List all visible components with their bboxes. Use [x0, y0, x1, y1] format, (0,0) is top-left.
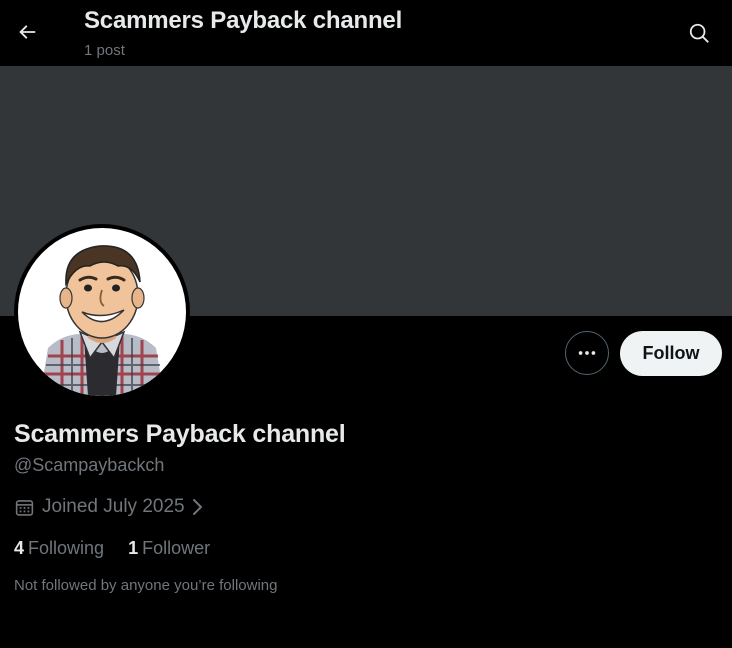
followers-count: 1	[128, 538, 139, 558]
following-link[interactable]: 4 Following	[14, 538, 104, 559]
back-button[interactable]	[8, 13, 46, 51]
calendar-icon	[14, 497, 35, 518]
follow-button[interactable]: Follow	[620, 331, 722, 376]
following-count: 4	[14, 538, 25, 558]
profile-handle: @Scampaybackch	[14, 455, 165, 475]
joined-label: Joined July 2025	[42, 496, 185, 517]
post-count: 1 post	[84, 42, 125, 59]
more-horizontal-icon	[578, 351, 596, 355]
followers-label: Follower	[142, 538, 211, 558]
search-button[interactable]	[680, 14, 718, 52]
mutual-followers-note: Not followed by anyone you’re following	[14, 577, 278, 594]
followers-link[interactable]: 1 Follower	[128, 538, 210, 559]
joined-date[interactable]: Joined July 2025	[14, 494, 205, 520]
follow-stats: 4 Following 1 Follower	[14, 538, 210, 559]
chevron-right-icon	[189, 498, 205, 516]
following-label: Following	[28, 538, 105, 558]
avatar-image	[18, 228, 186, 396]
avatar[interactable]	[14, 224, 190, 400]
more-options-button[interactable]	[565, 331, 609, 375]
search-icon	[689, 23, 709, 43]
page-title: Scammers Payback channel	[84, 7, 403, 34]
arrow-left-icon	[19, 25, 36, 39]
profile-display-name: Scammers Payback channel	[14, 420, 346, 448]
top-bar: Scammers Payback channel 1 post	[0, 0, 732, 66]
